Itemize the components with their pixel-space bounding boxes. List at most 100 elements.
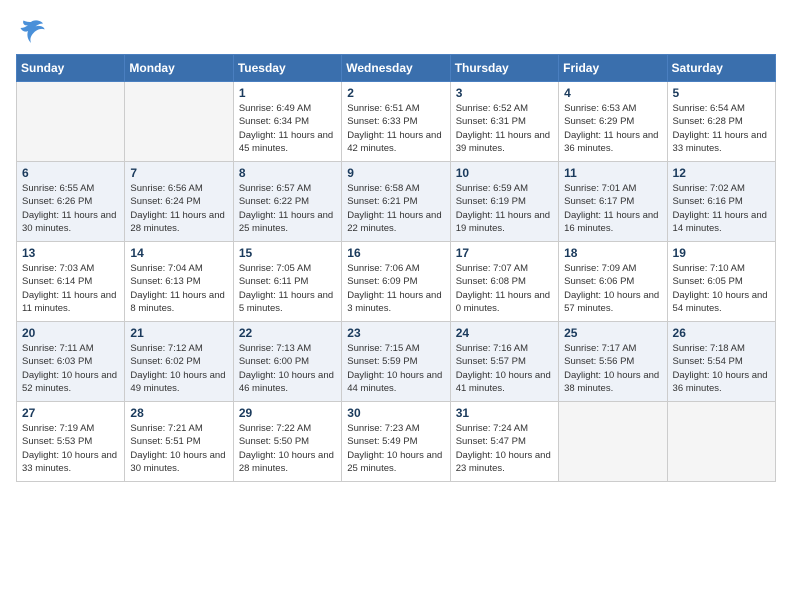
day-cell: 11 Sunrise: 7:01 AM Sunset: 6:17 PM Dayli… — [559, 162, 667, 242]
day-info: Sunrise: 7:15 AM Sunset: 5:59 PM Dayligh… — [347, 342, 444, 395]
day-info: Sunrise: 7:22 AM Sunset: 5:50 PM Dayligh… — [239, 422, 336, 475]
day-number: 11 — [564, 166, 661, 180]
day-info: Sunrise: 6:54 AM Sunset: 6:28 PM Dayligh… — [673, 102, 770, 155]
day-info: Sunrise: 7:18 AM Sunset: 5:54 PM Dayligh… — [673, 342, 770, 395]
day-cell: 13 Sunrise: 7:03 AM Sunset: 6:14 PM Dayli… — [17, 242, 125, 322]
day-info: Sunrise: 7:01 AM Sunset: 6:17 PM Dayligh… — [564, 182, 661, 235]
day-cell: 1 Sunrise: 6:49 AM Sunset: 6:34 PM Daylig… — [233, 82, 341, 162]
calendar-table: SundayMondayTuesdayWednesdayThursdayFrid… — [16, 54, 776, 482]
day-cell — [667, 402, 775, 482]
week-row-2: 6Sunrise: 6:55 AM Sunset: 6:26 PM Daylig… — [17, 162, 776, 242]
day-cell: 31 Sunrise: 7:24 AM Sunset: 5:47 PM Dayli… — [450, 402, 558, 482]
day-cell: 27 Sunrise: 7:19 AM Sunset: 5:53 PM Dayli… — [17, 402, 125, 482]
day-header-thursday: Thursday — [450, 55, 558, 82]
day-header-friday: Friday — [559, 55, 667, 82]
day-info: Sunrise: 7:05 AM Sunset: 6:11 PM Dayligh… — [239, 262, 336, 315]
day-number: 24 — [456, 326, 553, 340]
day-number: 6 — [22, 166, 119, 180]
day-info: Sunrise: 6:57 AM Sunset: 6:22 PM Dayligh… — [239, 182, 336, 235]
day-info: Sunrise: 7:03 AM Sunset: 6:14 PM Dayligh… — [22, 262, 119, 315]
day-header-saturday: Saturday — [667, 55, 775, 82]
day-info: Sunrise: 7:23 AM Sunset: 5:49 PM Dayligh… — [347, 422, 444, 475]
day-cell: 2Sunrise: 6:51 AM Sunset: 6:33 PM Daylig… — [342, 82, 450, 162]
day-cell: 23 Sunrise: 7:15 AM Sunset: 5:59 PM Dayli… — [342, 322, 450, 402]
day-info: Sunrise: 6:49 AM Sunset: 6:34 PM Dayligh… — [239, 102, 336, 155]
day-info: Sunrise: 7:11 AM Sunset: 6:03 PM Dayligh… — [22, 342, 119, 395]
day-cell: 4Sunrise: 6:53 AM Sunset: 6:29 PM Daylig… — [559, 82, 667, 162]
day-number: 28 — [130, 406, 227, 420]
day-cell: 30 Sunrise: 7:23 AM Sunset: 5:49 PM Dayli… — [342, 402, 450, 482]
day-cell: 3 Sunrise: 6:52 AM Sunset: 6:31 PM Daylig… — [450, 82, 558, 162]
day-info: Sunrise: 6:59 AM Sunset: 6:19 PM Dayligh… — [456, 182, 553, 235]
day-number: 23 — [347, 326, 444, 340]
day-cell: 26Sunrise: 7:18 AM Sunset: 5:54 PM Dayli… — [667, 322, 775, 402]
day-info: Sunrise: 6:51 AM Sunset: 6:33 PM Dayligh… — [347, 102, 444, 155]
day-info: Sunrise: 6:58 AM Sunset: 6:21 PM Dayligh… — [347, 182, 444, 235]
day-number: 16 — [347, 246, 444, 260]
day-number: 21 — [130, 326, 227, 340]
day-cell: 9Sunrise: 6:58 AM Sunset: 6:21 PM Daylig… — [342, 162, 450, 242]
day-number: 5 — [673, 86, 770, 100]
logo-icon — [16, 16, 46, 46]
day-number: 27 — [22, 406, 119, 420]
day-cell: 21 Sunrise: 7:12 AM Sunset: 6:02 PM Dayli… — [125, 322, 233, 402]
day-info: Sunrise: 7:09 AM Sunset: 6:06 PM Dayligh… — [564, 262, 661, 315]
day-info: Sunrise: 7:02 AM Sunset: 6:16 PM Dayligh… — [673, 182, 770, 235]
day-number: 1 — [239, 86, 336, 100]
day-info: Sunrise: 7:06 AM Sunset: 6:09 PM Dayligh… — [347, 262, 444, 315]
day-number: 29 — [239, 406, 336, 420]
logo — [16, 16, 50, 46]
day-info: Sunrise: 7:19 AM Sunset: 5:53 PM Dayligh… — [22, 422, 119, 475]
day-cell: 24 Sunrise: 7:16 AM Sunset: 5:57 PM Dayli… — [450, 322, 558, 402]
day-cell: 12 Sunrise: 7:02 AM Sunset: 6:16 PM Dayli… — [667, 162, 775, 242]
day-info: Sunrise: 7:17 AM Sunset: 5:56 PM Dayligh… — [564, 342, 661, 395]
day-info: Sunrise: 7:16 AM Sunset: 5:57 PM Dayligh… — [456, 342, 553, 395]
day-cell: 28 Sunrise: 7:21 AM Sunset: 5:51 PM Dayli… — [125, 402, 233, 482]
day-header-tuesday: Tuesday — [233, 55, 341, 82]
page-header — [16, 16, 776, 46]
day-number: 7 — [130, 166, 227, 180]
day-info: Sunrise: 6:52 AM Sunset: 6:31 PM Dayligh… — [456, 102, 553, 155]
day-cell — [17, 82, 125, 162]
day-cell — [559, 402, 667, 482]
week-row-5: 27 Sunrise: 7:19 AM Sunset: 5:53 PM Dayli… — [17, 402, 776, 482]
day-cell: 7Sunrise: 6:56 AM Sunset: 6:24 PM Daylig… — [125, 162, 233, 242]
day-info: Sunrise: 6:53 AM Sunset: 6:29 PM Dayligh… — [564, 102, 661, 155]
day-cell: 8 Sunrise: 6:57 AM Sunset: 6:22 PM Daylig… — [233, 162, 341, 242]
day-cell: 14Sunrise: 7:04 AM Sunset: 6:13 PM Dayli… — [125, 242, 233, 322]
day-number: 17 — [456, 246, 553, 260]
day-number: 19 — [673, 246, 770, 260]
week-row-3: 13 Sunrise: 7:03 AM Sunset: 6:14 PM Dayli… — [17, 242, 776, 322]
day-info: Sunrise: 7:04 AM Sunset: 6:13 PM Dayligh… — [130, 262, 227, 315]
day-header-wednesday: Wednesday — [342, 55, 450, 82]
day-number: 20 — [22, 326, 119, 340]
day-cell: 10 Sunrise: 6:59 AM Sunset: 6:19 PM Dayli… — [450, 162, 558, 242]
day-header-sunday: Sunday — [17, 55, 125, 82]
week-row-1: 1 Sunrise: 6:49 AM Sunset: 6:34 PM Daylig… — [17, 82, 776, 162]
day-info: Sunrise: 7:12 AM Sunset: 6:02 PM Dayligh… — [130, 342, 227, 395]
day-info: Sunrise: 7:21 AM Sunset: 5:51 PM Dayligh… — [130, 422, 227, 475]
day-cell: 25 Sunrise: 7:17 AM Sunset: 5:56 PM Dayli… — [559, 322, 667, 402]
day-cell: 5 Sunrise: 6:54 AM Sunset: 6:28 PM Daylig… — [667, 82, 775, 162]
day-number: 31 — [456, 406, 553, 420]
day-number: 8 — [239, 166, 336, 180]
day-cell: 29 Sunrise: 7:22 AM Sunset: 5:50 PM Dayli… — [233, 402, 341, 482]
day-number: 13 — [22, 246, 119, 260]
day-cell: 20 Sunrise: 7:11 AM Sunset: 6:03 PM Dayli… — [17, 322, 125, 402]
day-number: 22 — [239, 326, 336, 340]
day-info: Sunrise: 7:13 AM Sunset: 6:00 PM Dayligh… — [239, 342, 336, 395]
day-number: 25 — [564, 326, 661, 340]
day-number: 3 — [456, 86, 553, 100]
day-cell: 19 Sunrise: 7:10 AM Sunset: 6:05 PM Dayli… — [667, 242, 775, 322]
day-number: 18 — [564, 246, 661, 260]
day-number: 10 — [456, 166, 553, 180]
day-info: Sunrise: 7:07 AM Sunset: 6:08 PM Dayligh… — [456, 262, 553, 315]
day-cell — [125, 82, 233, 162]
day-cell: 17 Sunrise: 7:07 AM Sunset: 6:08 PM Dayli… — [450, 242, 558, 322]
day-number: 30 — [347, 406, 444, 420]
day-info: Sunrise: 7:24 AM Sunset: 5:47 PM Dayligh… — [456, 422, 553, 475]
day-info: Sunrise: 7:10 AM Sunset: 6:05 PM Dayligh… — [673, 262, 770, 315]
day-cell: 22 Sunrise: 7:13 AM Sunset: 6:00 PM Dayli… — [233, 322, 341, 402]
week-row-4: 20 Sunrise: 7:11 AM Sunset: 6:03 PM Dayli… — [17, 322, 776, 402]
day-number: 12 — [673, 166, 770, 180]
